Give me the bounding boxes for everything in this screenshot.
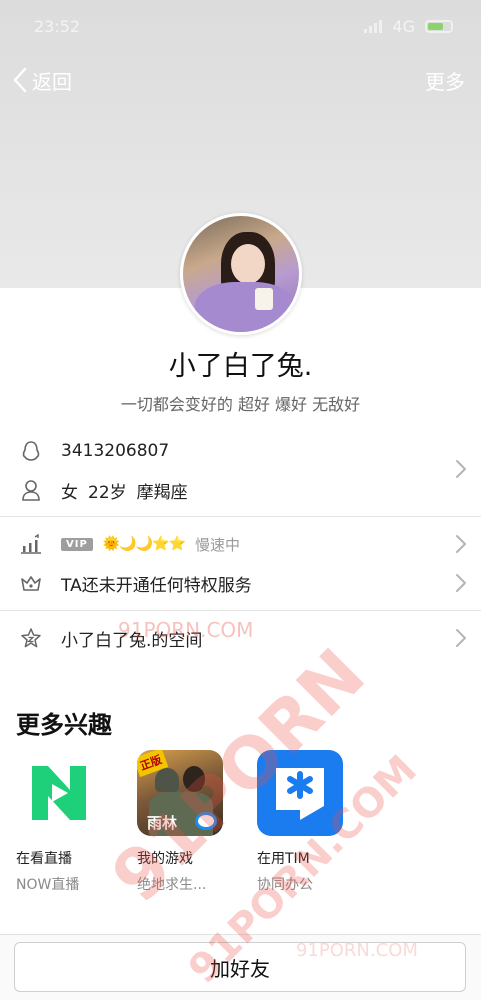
app-desc: 绝地求生... [137,877,207,893]
vip-row[interactable]: VIP 🌞🌙🌙⭐⭐ 慢速中 [0,532,481,556]
vip-status: 慢速中 [194,535,240,554]
back-button[interactable]: 返回 [12,66,72,95]
interests-title: 更多兴趣 [16,711,112,739]
vip-badge: VIP [61,537,93,551]
qq-number-row: 3413206807 [0,438,481,464]
level-chart-icon [20,533,42,555]
app-desc: 协同办公 [257,877,313,893]
status-time: 23:52 [34,16,81,36]
gender: 女 [61,482,78,503]
basic-info-row: 女 22岁 摩羯座 [0,477,481,503]
back-label: 返回 [32,69,72,94]
level-icons: 🌞🌙🌙⭐⭐ [102,536,186,552]
profile-nickname: 小了白了兔. [168,351,313,382]
star-icon [20,627,42,649]
now-live-icon [16,750,102,836]
app-name: 我的游戏 [137,851,193,867]
space-row[interactable]: 小了白了兔.的空间 [0,625,481,651]
battery-icon [425,19,453,33]
divider [0,516,481,517]
app-name: 在用TIM [257,851,310,867]
chevron-right-icon [456,574,466,592]
app-desc: NOW直播 [16,877,80,893]
privilege-text: TA还未开通任何特权服务 [61,575,252,596]
qq-number: 3413206807 [61,441,170,461]
add-friend-button[interactable]: 加好友 [14,942,466,992]
game-brand: 雨林 [147,814,178,832]
tim-icon [257,750,343,836]
space-text: 小了白了兔.的空间 [61,630,203,651]
chevron-left-icon [13,67,27,93]
person-icon [20,479,42,501]
chevron-right-icon [456,629,466,647]
privilege-row[interactable]: TA还未开通任何特权服务 [0,570,481,596]
more-button[interactable]: 更多 [425,66,465,95]
divider [0,610,481,611]
signal-icon [364,19,383,33]
interest-app-game[interactable]: 正版 雨林 我的游戏 绝地求生... [137,750,237,894]
network-type: 4G [392,16,415,36]
zodiac: 摩羯座 [136,482,188,503]
app-name: 在看直播 [16,851,72,867]
profile-signature: 一切都会变好的 超好 爆好 无敌好 [120,395,361,414]
avatar[interactable] [180,213,302,335]
age: 22岁 [88,482,127,503]
game-icon: 正版 雨林 [137,750,223,836]
status-bar: 23:52 4G [0,0,481,52]
nav-bar: 返回 更多 [0,58,481,102]
penguin-icon [20,440,42,462]
chevron-right-icon [456,535,466,553]
interest-app-now[interactable]: 在看直播 NOW直播 [16,750,116,894]
chevron-right-icon[interactable] [455,459,467,479]
interest-app-tim[interactable]: 在用TIM 协同办公 [257,750,357,894]
crown-icon [20,572,42,594]
